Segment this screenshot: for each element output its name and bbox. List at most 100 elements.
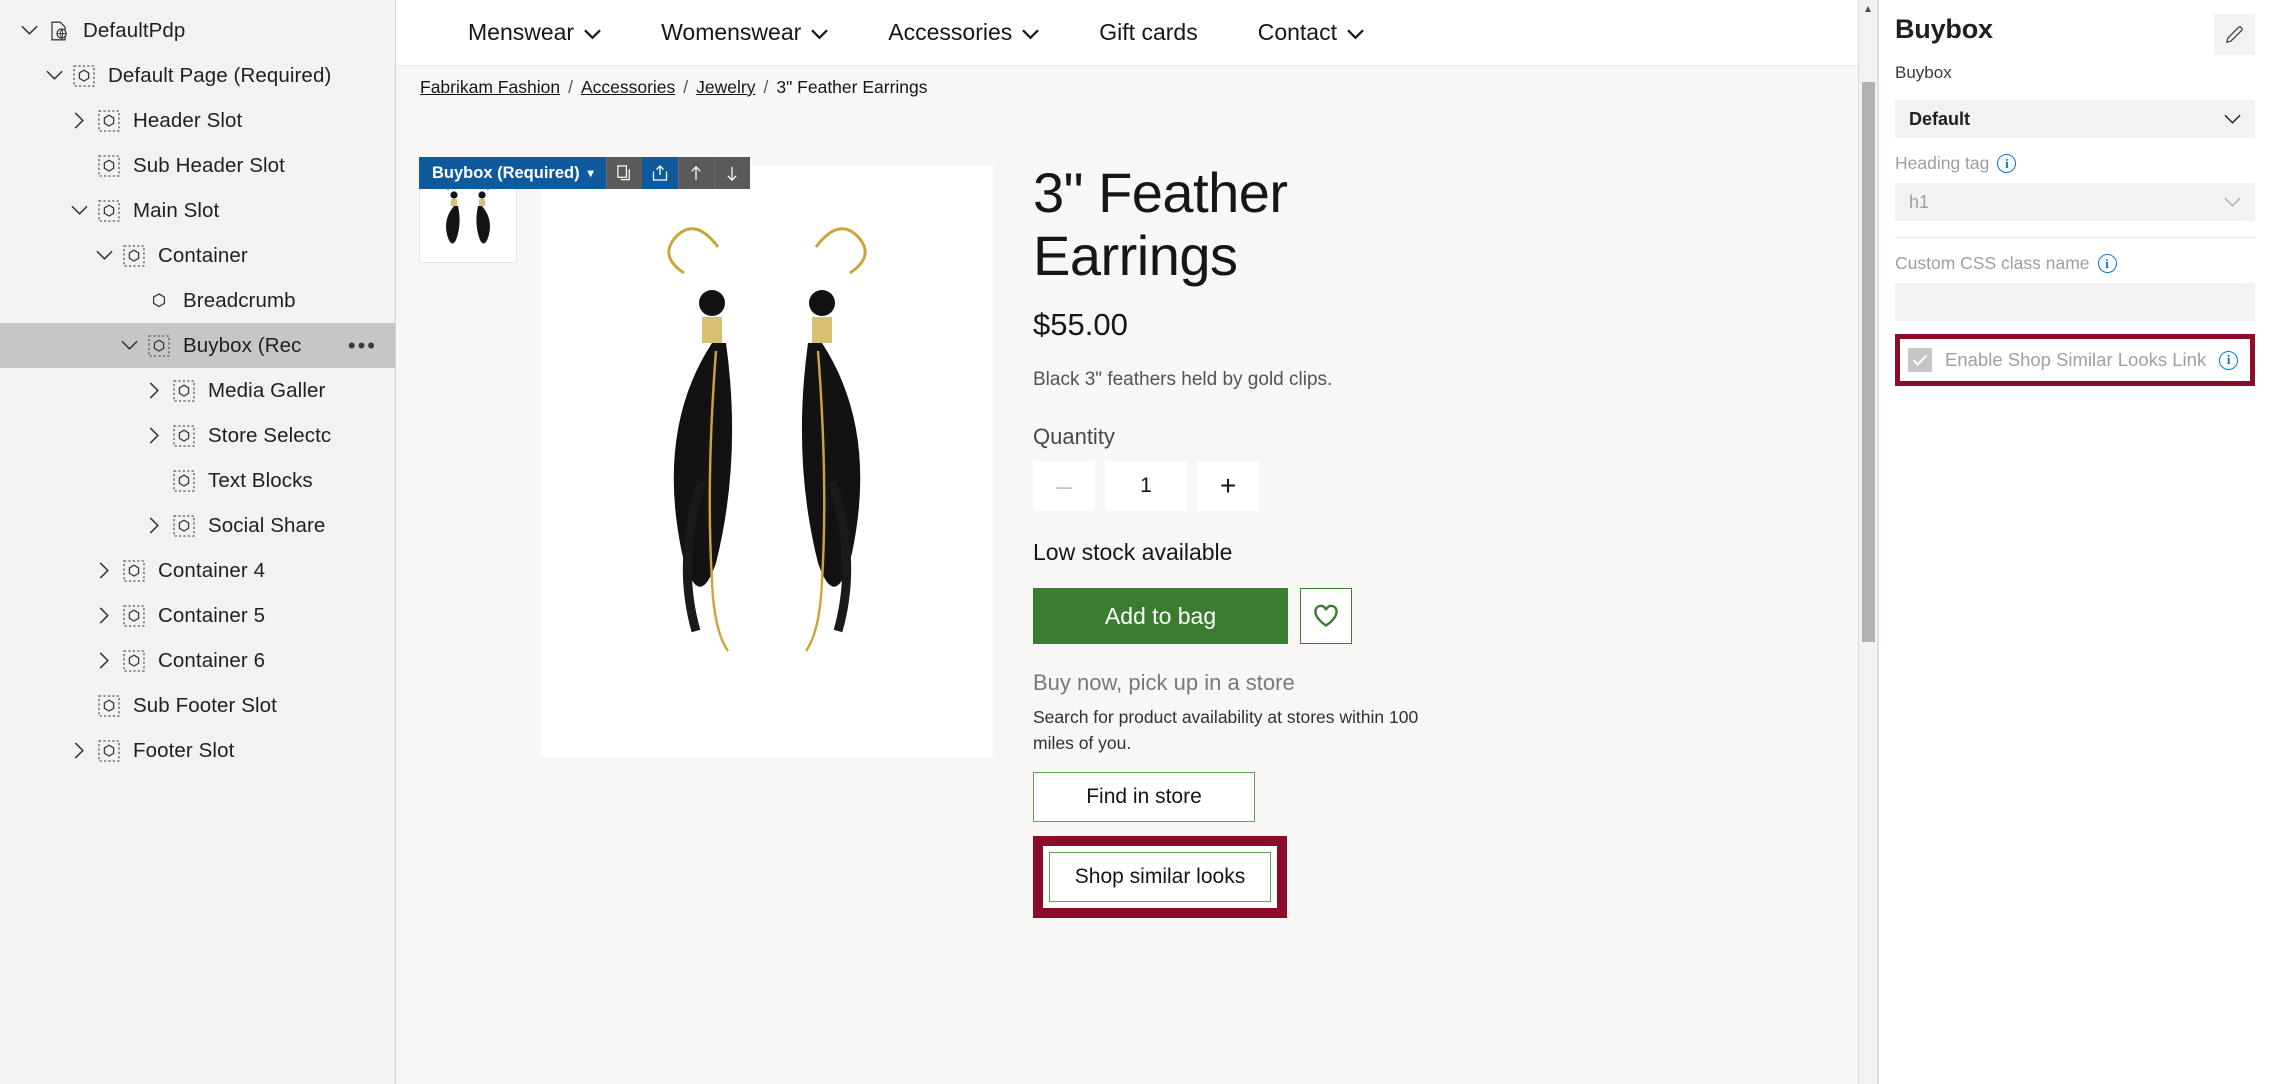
chevron-right-icon[interactable] [89,601,119,631]
tree-item-buybox-rec[interactable]: Buybox (Rec ••• [0,323,395,368]
tree-item-social-share[interactable]: Social Share [0,503,395,548]
canvas-scrollbar[interactable]: ▲ [1858,0,1877,1084]
chevron-down-icon[interactable] [89,241,119,271]
tree-item-header-slot[interactable]: Header Slot [0,98,395,143]
enable-shop-similar-looks-checkbox[interactable] [1908,348,1932,372]
chevron-right-icon[interactable] [139,376,169,406]
scroll-up-icon[interactable]: ▲ [1859,0,1877,19]
tree-item-more-button[interactable]: ••• [348,334,377,357]
quantity-increment-button[interactable]: + [1197,461,1259,512]
breadcrumb-link-1[interactable]: Accessories [581,77,675,98]
chevron-down-icon [1022,19,1040,46]
product-description: Black 3" feathers held by gold clips. [1033,369,1333,391]
page-builder-app: DefaultPdp Default Page (Required) Header … [0,0,2271,1084]
checkmark-icon [1912,354,1928,366]
tree-item-label: Container 5 [158,603,266,627]
chevron-right-icon[interactable] [89,556,119,586]
slot-icon [119,646,149,676]
tree-item-label: Sub Header Slot [133,153,285,177]
slot-icon [169,376,199,406]
tree-item-container-5[interactable]: Container 5 [0,593,395,638]
enable-shop-similar-looks-row[interactable]: Enable Shop Similar Looks Link i [1908,348,2242,372]
chevron-down-icon: ▾ [587,166,594,180]
slot-icon [69,61,99,91]
add-to-bag-button[interactable]: Add to bag [1033,588,1288,645]
breadcrumb-current: 3" Feather Earrings [776,76,928,97]
tree-item-container-6[interactable]: Container 6 [0,638,395,683]
chevron-down-icon[interactable] [39,61,69,91]
tree-item-store-selectc[interactable]: Store Selectc [0,413,395,458]
slot-icon [94,736,124,766]
slot-icon [119,601,149,631]
tree-item-container-4[interactable]: Container 4 [0,548,395,593]
slot-icon [169,466,199,496]
pencil-icon [2226,26,2243,43]
slot-icon [94,151,124,181]
chevron-right-icon[interactable] [139,421,169,451]
nav-item-label: Accessories [888,19,1013,45]
nav-item-label: Contact [1257,19,1337,45]
chevron-right-icon[interactable] [139,511,169,541]
heading-tag-select[interactable]: h1 [1895,183,2255,221]
move-down-button[interactable] [713,157,750,189]
tree-item-defaultpdp[interactable]: DefaultPdp [0,8,395,53]
find-in-store-button[interactable]: Find in store [1033,772,1255,823]
nav-item-menswear[interactable]: Menswear [438,19,631,46]
module-toolbar: Buybox (Required) ▾ [419,157,750,189]
heading-tag-label-row: Heading tag i [1895,153,2255,174]
copy-module-button[interactable] [605,157,642,189]
nav-item-gift-cards[interactable]: Gift cards [1069,19,1227,46]
tree-item-footer-slot[interactable]: Footer Slot [0,728,395,773]
tree-item-breadcrumb[interactable]: Breadcrumb [0,278,395,323]
chevron-down-icon [2224,114,2241,124]
layout-select[interactable]: Default [1895,100,2255,138]
nav-item-accessories[interactable]: Accessories [858,19,1069,46]
breadcrumb-separator: / [683,76,689,97]
product-detail-preview: 3" Feather Earrings $55.00 Black 3" feat… [396,108,1877,1084]
info-icon[interactable]: i [1997,154,2017,173]
chevron-right-icon[interactable] [64,736,94,766]
product-hero-image[interactable] [541,165,993,757]
nav-item-womenswear[interactable]: Womenswear [631,19,858,46]
page-structure-tree: DefaultPdp Default Page (Required) Header … [0,0,396,1084]
chevron-right-icon[interactable] [64,106,94,136]
chevron-down-icon[interactable] [114,331,144,361]
chevron-down-icon[interactable] [64,196,94,226]
shop-similar-looks-button[interactable]: Shop similar looks [1049,852,1271,903]
info-icon[interactable]: i [2219,350,2239,370]
breadcrumb-link-0[interactable]: Fabrikam Fashion [420,77,560,98]
tree-item-sub-header-slot[interactable]: Sub Header Slot [0,143,395,188]
move-up-button[interactable] [677,157,714,189]
tree-item-text-blocks[interactable]: Text Blocks [0,458,395,503]
chevron-right-icon[interactable] [89,646,119,676]
custom-css-input[interactable] [1895,283,2255,321]
tree-item-container[interactable]: Container [0,233,395,278]
chevron-down-icon[interactable] [14,16,44,46]
tree-item-main-slot[interactable]: Main Slot [0,188,395,233]
tree-item-default-page-required[interactable]: Default Page (Required) [0,53,395,98]
quantity-decrement-button[interactable]: – [1033,461,1095,512]
chevron-down-icon [1347,19,1364,46]
custom-css-label-row: Custom CSS class name i [1895,253,2255,274]
selected-module-label: Buybox (Required) [432,163,580,182]
tree-item-media-galler[interactable]: Media Galler [0,368,395,413]
slot-icon [119,556,149,586]
wishlist-button[interactable] [1300,588,1352,645]
breadcrumb-link-2[interactable]: Jewelry [696,77,755,98]
shop-similar-looks-highlight: Shop similar looks [1033,836,1287,919]
tree-item-sub-footer-slot[interactable]: Sub Footer Slot [0,683,395,728]
page-canvas: Menswear Womenswear Accessories Gift cards C… [396,0,1878,1084]
quantity-value[interactable]: 1 [1105,461,1187,512]
nav-item-contact[interactable]: Contact [1228,19,1394,46]
slot-icon [169,511,199,541]
page-title: 3" Feather Earrings [1033,161,1288,287]
selected-module-chip[interactable]: Buybox (Required) ▾ [419,157,606,189]
pickup-description: Search for product availability at store… [1033,707,1419,753]
share-module-button[interactable] [641,157,678,189]
breadcrumb-separator: / [568,76,573,97]
info-icon[interactable]: i [2097,254,2117,273]
breadcrumb: Fabrikam Fashion / Accessories / Jewelry… [396,66,1877,108]
edit-properties-button[interactable] [2214,14,2255,55]
scrollbar-thumb[interactable] [1862,82,1875,642]
tree-item-label: Buybox (Rec [183,333,302,357]
